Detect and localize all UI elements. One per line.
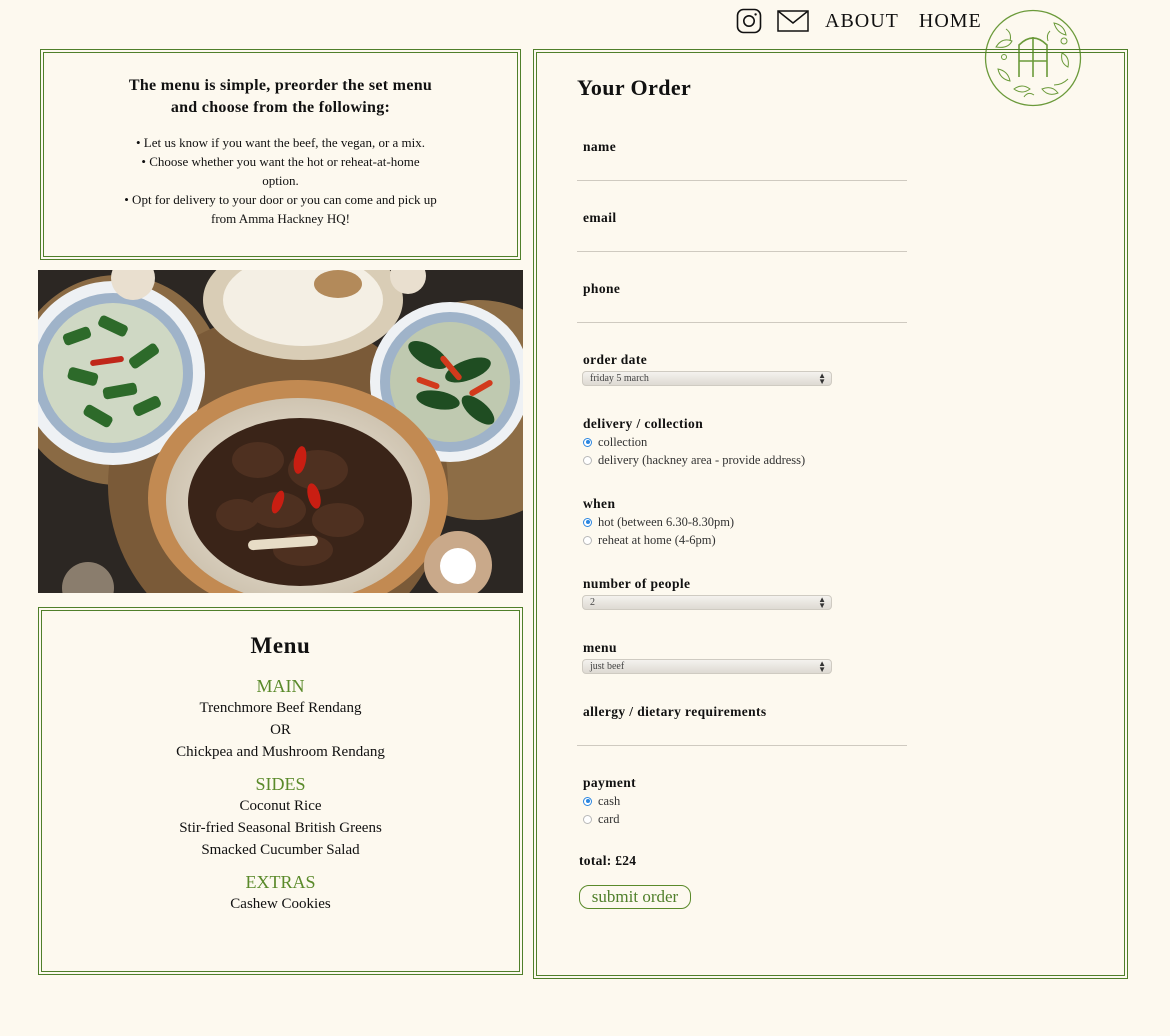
intro-bullet: option. [262,173,299,188]
radio-label: collection [598,434,648,449]
phone-label: phone [583,281,621,296]
intro-bullet: • Choose whether you want the hot or reh… [141,154,420,169]
menu-item: Trenchmore Beef Rendang [199,700,362,716]
menu-item: Coconut Rice [239,798,322,814]
intro-bullet: • Opt for delivery to your door or you c… [124,192,437,207]
menu-title: Menu [250,633,311,658]
menu-item: Cashew Cookies [230,896,331,912]
order-date-label: order date [583,352,648,367]
menu-section-heading: SIDES [255,774,306,794]
top-nav: ABOUT HOME [736,6,1002,36]
intro-heading: The menu is simple, preorder the set men… [104,75,457,119]
nav-home-link[interactable]: HOME [919,10,982,33]
menu-box: Menu MAIN Trenchmore Beef Rendang OR Chi… [38,607,523,975]
name-input[interactable] [577,159,907,181]
when-label: when [583,496,616,511]
menu-choice-value: just beef [590,661,625,672]
people-value: 2 [590,597,595,608]
people-label: number of people [583,576,691,591]
payment-group: payment cash card [577,774,907,828]
menu-item: OR [270,722,291,738]
order-title: Your Order [577,75,692,100]
radio-unselected-icon[interactable] [583,535,592,545]
order-form: Your Order name email phone order date f… [533,49,1128,979]
select-arrows-icon: ▲ ▼ [818,371,826,386]
when-option-reheat[interactable]: reheat at home (4-6pm) [583,531,907,549]
menu-item: Chickpea and Mushroom Rendang [176,744,385,760]
email-input[interactable] [577,230,907,252]
when-option-hot[interactable]: hot (between 6.30-8.30pm) [583,513,907,531]
menu-section-heading: MAIN [256,676,305,696]
menu-choice-label: menu [583,640,617,655]
name-label: name [583,139,617,154]
allergy-group: allergy / dietary requirements [577,703,907,746]
payment-option-cash[interactable]: cash [583,792,907,810]
intro-bullet: • Let us know if you want the beef, the … [135,135,426,150]
email-label: email [583,210,617,225]
phone-field-group: phone [577,280,907,323]
people-group: number of people 2 ▲ ▼ [577,575,907,610]
email-field-group: email [577,209,907,252]
intro-bullet: from Amma Hackney HQ! [211,211,350,226]
food-photo [38,270,523,593]
menu-select[interactable]: just beef ▲ ▼ [582,659,832,674]
delivery-label: delivery / collection [583,416,704,431]
menu-extras-section: EXTRAS Cashew Cookies [42,871,519,915]
menu-item: Smacked Cucumber Salad [201,842,360,858]
phone-input[interactable] [577,301,907,323]
select-arrows-icon: ▲ ▼ [818,595,826,610]
intro-heading-line-2: and choose from the following: [170,99,391,116]
instagram-icon[interactable] [736,8,762,34]
allergy-input[interactable] [577,724,907,746]
intro-heading-line-1: The menu is simple, preorder the set men… [128,77,433,94]
radio-selected-icon[interactable] [583,517,592,527]
radio-label: delivery (hackney area - provide address… [598,452,806,467]
submit-order-button[interactable]: submit order [579,885,691,909]
radio-label: cash [598,793,621,808]
order-date-select[interactable]: friday 5 march ▲ ▼ [582,371,832,386]
order-total: total: £24 [579,853,637,868]
radio-label: card [598,811,620,826]
delivery-option-collection[interactable]: collection [583,433,907,451]
when-group: when hot (between 6.30-8.30pm) reheat at… [577,495,907,549]
nav-about-link[interactable]: ABOUT [825,10,899,33]
mail-icon[interactable] [777,10,809,32]
delivery-group: delivery / collection collection deliver… [577,415,907,469]
menu-sides-section: SIDES Coconut Rice Stir-fried Seasonal B… [42,773,519,861]
delivery-option-delivery[interactable]: delivery (hackney area - provide address… [583,451,907,469]
payment-option-card[interactable]: card [583,810,907,828]
intro-box: The menu is simple, preorder the set men… [40,49,521,260]
order-date-value: friday 5 march [590,373,649,384]
radio-selected-icon[interactable] [583,796,592,806]
menu-section-heading: EXTRAS [245,872,316,892]
radio-selected-icon[interactable] [583,437,592,447]
select-arrows-icon: ▲ ▼ [818,659,826,674]
name-field-group: name [577,138,907,181]
menu-main-section: MAIN Trenchmore Beef Rendang OR Chickpea… [42,675,519,763]
radio-label: hot (between 6.30-8.30pm) [598,514,735,529]
payment-label: payment [583,775,637,790]
menu-item: Stir-fried Seasonal British Greens [179,820,382,836]
radio-unselected-icon[interactable] [583,455,592,465]
radio-label: reheat at home (4-6pm) [598,532,716,547]
allergy-label: allergy / dietary requirements [583,704,767,719]
order-date-group: order date friday 5 march ▲ ▼ [577,351,907,386]
menu-choice-group: menu just beef ▲ ▼ [577,639,907,674]
people-select[interactable]: 2 ▲ ▼ [582,595,832,610]
radio-unselected-icon[interactable] [583,814,592,824]
